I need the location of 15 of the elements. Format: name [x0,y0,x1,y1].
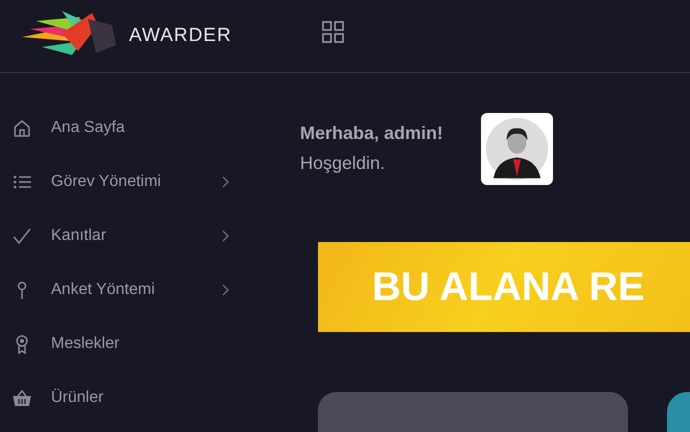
sidebar-item[interactable]: Görev Yönetimi [0,155,230,209]
brand-name: AWARDER [129,25,232,47]
banner-text: BU ALANA RE [372,264,645,310]
sidebar-item[interactable]: Anket Yöntemi [0,263,230,317]
basket-icon [12,388,32,408]
avatar-icon [481,113,553,185]
greeting-text: Merhaba, admin! [300,123,444,144]
welcome-text: Hoşgeldin. [300,153,386,174]
sidebar-item[interactable]: Ana Sayfa [0,101,230,155]
sidebar-item[interactable]: Meslekler [0,317,230,371]
home-icon [12,118,32,138]
sidebar-item[interactable]: Ürünler [0,371,230,425]
grid-menu-icon[interactable] [322,21,344,43]
check-icon [12,226,32,246]
sidebar-item[interactable]: Kanıtlar [0,209,230,263]
